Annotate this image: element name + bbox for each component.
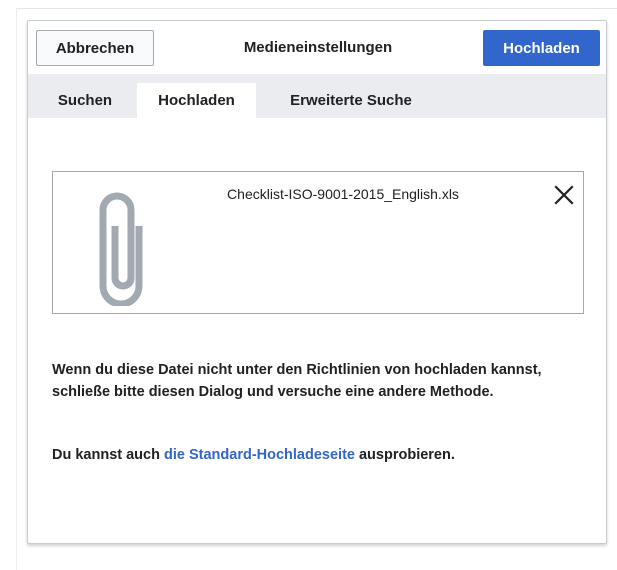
- file-name: Checklist-ISO-9001-2015_English.xls: [227, 186, 459, 202]
- cancel-button[interactable]: Abbrechen: [36, 30, 154, 66]
- tab-bar: Suchen Hochladen Erweiterte Suche: [28, 74, 606, 118]
- alt-suffix: ausprobieren.: [354, 447, 455, 463]
- background-divider: [16, 8, 617, 9]
- alt-prefix: Du kannst auch: [52, 447, 164, 463]
- upload-button[interactable]: Hochladen: [483, 30, 600, 66]
- tab-advanced-search[interactable]: Erweiterte Suche: [261, 83, 441, 118]
- tab-search[interactable]: Suchen: [38, 83, 132, 118]
- standard-upload-page-link[interactable]: die Standard-Hochladeseite: [164, 447, 355, 463]
- paperclip-icon: [99, 192, 143, 306]
- dialog-header: Abbrechen Medieneinstellungen Hochladen: [28, 21, 606, 74]
- dialog-title: Medieneinstellungen: [243, 39, 393, 56]
- alternative-upload-text: Du kannst auch die Standard-Hochladeseit…: [52, 444, 592, 466]
- background-border: [16, 8, 17, 570]
- file-upload-item: Checklist-ISO-9001-2015_English.xls: [52, 171, 584, 314]
- tab-upload[interactable]: Hochladen: [137, 83, 256, 118]
- close-icon[interactable]: [551, 182, 577, 208]
- upload-notice: Wenn du diese Datei nicht unter den Rich…: [52, 362, 542, 400]
- media-dialog: Abbrechen Medieneinstellungen Hochladen …: [27, 20, 607, 544]
